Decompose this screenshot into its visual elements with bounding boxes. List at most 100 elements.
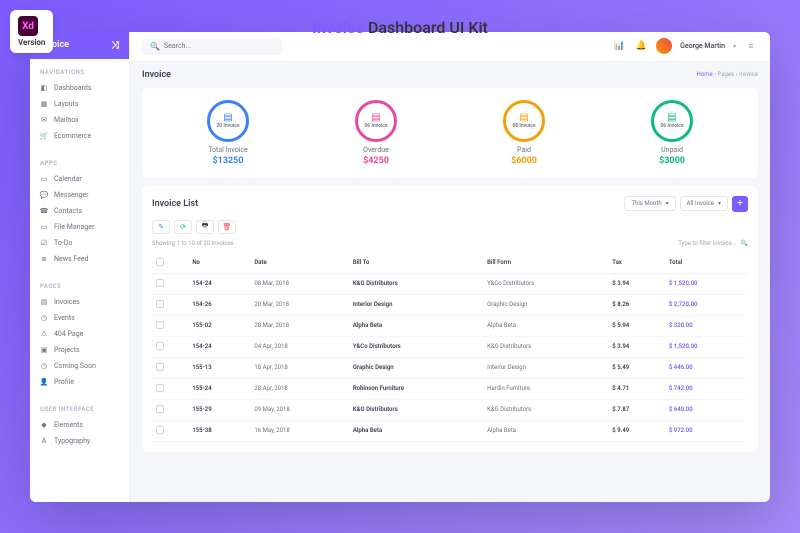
cell-date: 28 Apr, 2018 (250, 378, 348, 399)
xd-icon: Xd (18, 16, 38, 36)
nav-item-label: Typography (54, 437, 90, 445)
invoice-icon: ▤ (223, 112, 232, 123)
col-no[interactable]: No (188, 253, 250, 274)
search-box[interactable]: 🔍 (142, 38, 282, 55)
title-accent: Invoice (312, 18, 364, 37)
checkbox[interactable] (156, 300, 164, 308)
stat-ring: ▤06 Invoice (651, 100, 693, 142)
title-rest: Dashboard UI Kit (364, 18, 488, 37)
nav-elements[interactable]: ◆Elements (30, 417, 129, 433)
card-controls: This Month▾ All Invoice▾ + (624, 196, 748, 212)
nav-mailbox[interactable]: ✉Mailbox (30, 112, 129, 128)
invoice-filter-dropdown[interactable]: All Invoice▾ (680, 196, 728, 211)
delete-button[interactable]: 🗑 (218, 220, 236, 234)
add-invoice-button[interactable]: + (732, 196, 748, 212)
checkbox[interactable] (156, 363, 164, 371)
nav-newsfeed[interactable]: ≣News Feed (30, 251, 129, 267)
refresh-button[interactable]: ⟳ (174, 220, 192, 234)
cell-billto: K&G Distributors (349, 273, 483, 294)
avatar[interactable] (656, 38, 672, 54)
checkbox[interactable] (156, 405, 164, 413)
notification-icon[interactable]: 🔔 (634, 39, 648, 53)
nav-profile[interactable]: 👤Profile (30, 374, 129, 390)
checkbox[interactable] (156, 384, 164, 392)
chart-icon[interactable]: 📊 (612, 39, 626, 53)
checkbox[interactable] (156, 426, 164, 434)
edit-button[interactable]: ✎ (152, 220, 170, 234)
cell-billto: K&G Distributors (349, 399, 483, 420)
events-icon: ◷ (40, 314, 48, 322)
cell-billfrom: Hardin Furniture (483, 378, 608, 399)
cell-no: 154-24 (188, 273, 250, 294)
table-row[interactable]: 154-2404 Apr, 2018Y&Co DistributorsK&G D… (152, 336, 748, 357)
nav-label-ui: USER INTERFACE (30, 402, 129, 417)
shuffle-icon[interactable]: ⤨ (111, 40, 119, 51)
col-date[interactable]: Date (250, 253, 348, 274)
user-name[interactable]: George Martin (680, 42, 725, 50)
table-row[interactable]: 155-1318 Apr, 2018Graphic DesignInterior… (152, 357, 748, 378)
nav-item-label: Layouts (54, 100, 79, 108)
checkbox[interactable] (156, 321, 164, 329)
nav-dashboards[interactable]: ◧Dashboards (30, 80, 129, 96)
checkbox[interactable] (156, 258, 164, 266)
nav-todo[interactable]: ☑To-Do (30, 235, 129, 251)
nav-events[interactable]: ◷ Events (30, 310, 129, 326)
calendar-icon: ▭ (40, 175, 48, 183)
showing-text: Showing 1 to 10 of 20 Invoices (152, 240, 234, 247)
news-icon: ≣ (40, 255, 48, 263)
breadcrumb-home[interactable]: Home (697, 71, 713, 78)
col-billfrom[interactable]: Bill Form (483, 253, 608, 274)
table-row[interactable]: 155-3816 May, 2018Alpha BetaAlpha Beta$ … (152, 420, 748, 441)
filter-input[interactable]: Type to filter Invoice...🔍 (678, 240, 748, 247)
nav-section-pages: PAGES ▤Invoices ◷Events ⚠404 Page ▣Proje… (30, 273, 129, 396)
table-row[interactable]: 155-2428 Apr, 2018Robinson FurnitureHard… (152, 378, 748, 399)
col-tax[interactable]: Tax (608, 253, 665, 274)
stat-count: 08 Invoice (512, 123, 535, 129)
col-total[interactable]: Total (665, 253, 748, 274)
table-row[interactable]: 155-0228 Mar, 2018Alpha BetaAlpha Beta$ … (152, 315, 748, 336)
table-row[interactable]: 154-2620 Mar, 2018Interior DesignGraphic… (152, 294, 748, 315)
cell-tax: $ 3.94 (608, 273, 665, 294)
nav-ecommerce[interactable]: 🛒Ecommerce (30, 128, 129, 144)
dashboard-icon: ◧ (40, 84, 48, 92)
nav-filemanager[interactable]: ▭File Manager (30, 219, 129, 235)
nav-label-apps: APPS (30, 156, 129, 171)
checkbox[interactable] (156, 342, 164, 350)
cell-billfrom: Alpha Beta (483, 420, 608, 441)
cell-tax: $ 7.87 (608, 399, 665, 420)
cell-date: 18 Apr, 2018 (250, 357, 348, 378)
cell-total: $ 446.00 (665, 357, 748, 378)
app-window: Invoice ⤨ NAVIGATIONS ◧Dashboards ▦Layou… (30, 32, 770, 502)
stat-count: 20 Invoice (216, 123, 239, 129)
month-dropdown[interactable]: This Month▾ (624, 196, 675, 211)
filter-placeholder: Type to filter Invoice... (678, 240, 736, 247)
checkbox[interactable] (156, 279, 164, 287)
nav-404[interactable]: ⚠404 Page (30, 326, 129, 342)
search-input[interactable] (164, 42, 274, 50)
chevron-down-icon[interactable]: ▾ (733, 43, 736, 50)
print-button[interactable]: 🖶 (196, 220, 214, 234)
nav-messenger[interactable]: 💬Messenger (30, 187, 129, 203)
nav-calendar[interactable]: ▭Calendar (30, 171, 129, 187)
cell-date: 08 Mar, 2018 (250, 273, 348, 294)
xd-version-text: Version (18, 38, 45, 47)
stat-ring: ▤20 Invoice (207, 100, 249, 142)
table-row[interactable]: 154-2408 Mar, 2018K&G DistributorsY&Co D… (152, 273, 748, 294)
cell-tax: $ 8.26 (608, 294, 665, 315)
nav-typography[interactable]: ATypography (30, 433, 129, 449)
nav-item-label: Events (54, 314, 75, 322)
cell-billto: Y&Co Distributors (349, 336, 483, 357)
table-row[interactable]: 155-2909 May, 2018K&G DistributorsK&G Di… (152, 399, 748, 420)
nav-section-ui: USER INTERFACE ◆Elements ATypography (30, 396, 129, 455)
cell-tax: $ 5.94 (608, 315, 665, 336)
nav-projects[interactable]: ▣Projects (30, 342, 129, 358)
stat-paid: ▤08 Invoice Paid $6000 (503, 100, 545, 166)
breadcrumb-pages[interactable]: Pages (718, 71, 735, 78)
nav-layouts[interactable]: ▦Layouts (30, 96, 129, 112)
nav-invoices[interactable]: ▤Invoices (30, 294, 129, 310)
nav-comingsoon[interactable]: ◷Coming Soon (30, 358, 129, 374)
col-billto[interactable]: Bill To (349, 253, 483, 274)
nav-contacts[interactable]: ☎Contacts (30, 203, 129, 219)
menu-icon[interactable]: ≡ (744, 39, 758, 53)
mail-icon: ✉ (40, 116, 48, 124)
